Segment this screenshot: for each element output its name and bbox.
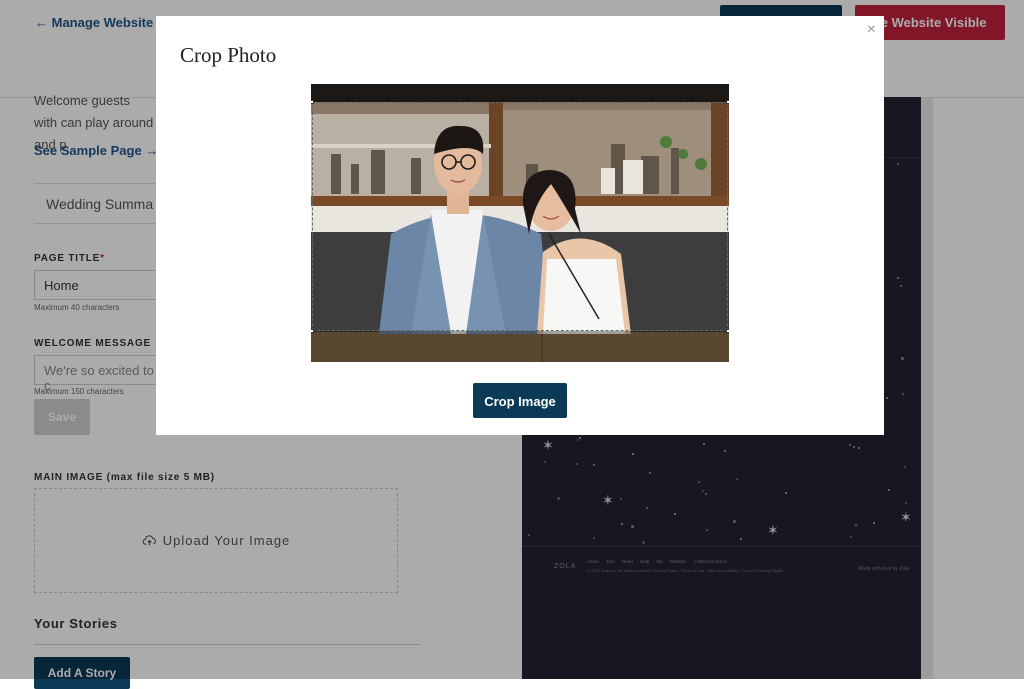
crop-handle-sw[interactable]: [311, 329, 314, 333]
crop-image-button[interactable]: Crop Image: [473, 383, 567, 418]
crop-photo-modal: × Crop Photo Crop Image: [156, 16, 884, 435]
modal-title: Crop Photo: [180, 43, 277, 67]
crop-handle-nw[interactable]: [311, 100, 314, 104]
crop-handle-ne[interactable]: [726, 100, 729, 104]
crop-selection[interactable]: [311, 100, 729, 333]
crop-handle-se[interactable]: [726, 329, 729, 333]
crop-image-area[interactable]: [311, 84, 729, 362]
close-icon[interactable]: ×: [867, 21, 876, 39]
